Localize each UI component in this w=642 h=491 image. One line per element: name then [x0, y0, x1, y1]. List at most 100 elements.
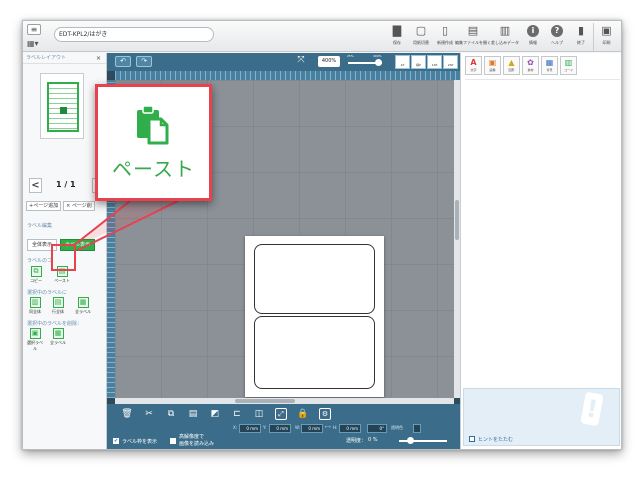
opacity-knob[interactable]: [407, 437, 414, 444]
exit-label: 終了: [577, 40, 585, 45]
prev-page-button[interactable]: <: [29, 178, 42, 193]
material-tool-button[interactable]: ✿ 素材: [522, 56, 539, 75]
transparent-color-button[interactable]: [413, 424, 421, 433]
settings-icon[interactable]: ⚙: [319, 408, 331, 420]
link-icon[interactable]: ⟷: [325, 424, 331, 429]
cut-icon[interactable]: ✂: [143, 408, 155, 420]
copy-object-icon[interactable]: ⧉: [165, 408, 177, 420]
view-landscape-button[interactable]: 横P: [411, 55, 426, 69]
view-1sp-button[interactable]: 1SP: [427, 55, 442, 69]
image-tool-button[interactable]: ▣ 画像: [484, 56, 501, 75]
apply-column-button[interactable]: ▥ 同全体: [27, 296, 43, 316]
code-tool-button[interactable]: ▥ コード: [560, 56, 577, 75]
postcard-paper: [245, 236, 384, 397]
save-icon: ▇: [392, 24, 402, 37]
background-icon: ▦: [545, 58, 554, 67]
delete-selected-heading: 選択中のラベルを削除：: [27, 321, 83, 327]
label-edit-heading: ラベル編集: [27, 223, 53, 229]
h-label: H:: [333, 425, 338, 430]
info-button[interactable]: i 情報: [521, 23, 545, 51]
merge-data-button[interactable]: ▥ 差し込みデータ: [489, 23, 521, 51]
text-tool-button[interactable]: A 文字: [465, 56, 482, 75]
apply-column-label: 同全体: [29, 309, 41, 314]
group-icon[interactable]: ◫: [253, 408, 265, 420]
merge-data-icon: ▥: [499, 24, 511, 37]
info-label: 情報: [529, 40, 537, 45]
fit-object-icon[interactable]: ⤢: [275, 408, 287, 420]
view-2sp-button[interactable]: 2SP: [443, 55, 458, 69]
zoom-knob[interactable]: [375, 59, 382, 66]
close-icon[interactable]: ×: [96, 53, 101, 64]
image-tool-label: 画像: [489, 68, 496, 72]
top-toolbar: ≡ ▦▾ EDT-KPL2/はがき ▇ 保存 ▢ 用紙切替 ▯ 新規作成 ▤ 編…: [23, 21, 621, 52]
selected-label-icon: ▣: [29, 328, 41, 339]
exit-button[interactable]: ▮ 終了: [569, 23, 593, 51]
zoom-slider[interactable]: 25% 400%: [343, 54, 389, 67]
fit-zoom-icon[interactable]: ⤧: [293, 56, 309, 67]
text-tool-label: 文字: [470, 68, 477, 72]
callout-label: ペースト: [112, 157, 195, 181]
apply-all-button[interactable]: ▦ 全ラベル: [75, 296, 91, 316]
open-file-label: 編集ファイルを開く: [455, 40, 491, 45]
bring-front-icon[interactable]: ◩: [209, 408, 221, 420]
align-icon[interactable]: ⊏: [231, 408, 243, 420]
show-frame-checkbox[interactable]: ✔: [113, 438, 119, 444]
paper-switch-icon: ▢: [415, 24, 427, 37]
paste-clipboard-icon: [137, 105, 169, 145]
page-buttons: +ページ追加 × ページ削: [26, 201, 95, 211]
trash-icon[interactable]: 🗑: [121, 408, 133, 420]
w-field[interactable]: 0 mm: [301, 424, 323, 433]
label-frame-bottom[interactable]: [254, 316, 375, 389]
page-indicator: 1 / 1: [56, 180, 76, 189]
grid-menu-icon[interactable]: ▦▾: [27, 38, 49, 49]
new-doc-label: 新規作成: [437, 40, 453, 45]
title-field[interactable]: EDT-KPL2/はがき: [54, 27, 214, 42]
code-tool-label: コード: [563, 68, 573, 72]
material-icon: ✿: [527, 58, 534, 67]
paste-label: ペースト: [54, 278, 70, 283]
apply-row-button[interactable]: ▤ 行全体: [50, 296, 66, 316]
zoom-min-label: 25%: [347, 54, 354, 58]
h-field[interactable]: 0 mm: [339, 424, 361, 433]
save-button[interactable]: ▇ 保存: [385, 23, 409, 51]
paper-switch-button[interactable]: ▢ 用紙切替: [409, 23, 433, 51]
lock-icon[interactable]: 🔒: [297, 408, 309, 420]
shape-tool-button[interactable]: ▲ 図形: [503, 56, 520, 75]
help-button[interactable]: ? ヘルプ: [545, 23, 569, 51]
background-tool-button[interactable]: ▦ 背景: [541, 56, 558, 75]
x-field[interactable]: 0 mm: [239, 424, 261, 433]
print-button[interactable]: ▣ 印刷: [593, 23, 619, 51]
vertical-scroll-thumb[interactable]: [455, 200, 459, 240]
label-copy-heading: ラベルのコ: [27, 258, 53, 264]
redo-icon[interactable]: ↷: [136, 56, 152, 67]
label-frame-top[interactable]: [254, 244, 375, 314]
horizontal-scroll-thumb[interactable]: [235, 399, 295, 403]
collapse-hint-label[interactable]: ヒントをたたむ: [478, 436, 513, 443]
hires-checkbox[interactable]: [170, 438, 176, 444]
y-field[interactable]: 0 mm: [269, 424, 291, 433]
page-thumbnail[interactable]: [40, 73, 84, 139]
add-page-button[interactable]: +ページ追加: [26, 201, 62, 211]
column-icon: ▥: [29, 297, 41, 308]
canvas-toolbar: ↶ ↷ ⤧ 400% 25% 400% 1P 横P 1SP 2SP: [107, 53, 460, 71]
paste-object-icon[interactable]: ▤: [187, 408, 199, 420]
new-doc-icon: ▯: [441, 24, 449, 37]
new-doc-button[interactable]: ▯ 新規作成: [433, 23, 457, 51]
angle-field[interactable]: 0°: [367, 424, 387, 433]
open-file-button[interactable]: ▤ 編集ファイルを開く: [455, 23, 491, 51]
zoom-select[interactable]: 400%: [318, 56, 340, 67]
delete-selected-label-button[interactable]: ▣ 選択ラベル: [27, 327, 43, 351]
thumbnail-selected-label: [60, 107, 67, 114]
copy-icon: ⧉: [30, 266, 42, 277]
delete-page-button[interactable]: × ページ削: [63, 201, 95, 211]
code-icon: ▥: [564, 58, 573, 67]
collapse-hint-icon[interactable]: [469, 436, 475, 442]
ruler-horizontal: [115, 71, 460, 80]
shape-tool-label: 図形: [508, 68, 515, 72]
undo-icon[interactable]: ↶: [115, 56, 131, 67]
menu-icon[interactable]: ≡: [27, 24, 41, 35]
delete-all-labels-button[interactable]: ▦ 全ラベル: [50, 327, 66, 347]
copy-button[interactable]: ⧉ コピー: [28, 265, 44, 285]
view-1p-button[interactable]: 1P: [395, 55, 410, 69]
apply-selected-heading: 選択中のラベルに: [27, 290, 68, 296]
